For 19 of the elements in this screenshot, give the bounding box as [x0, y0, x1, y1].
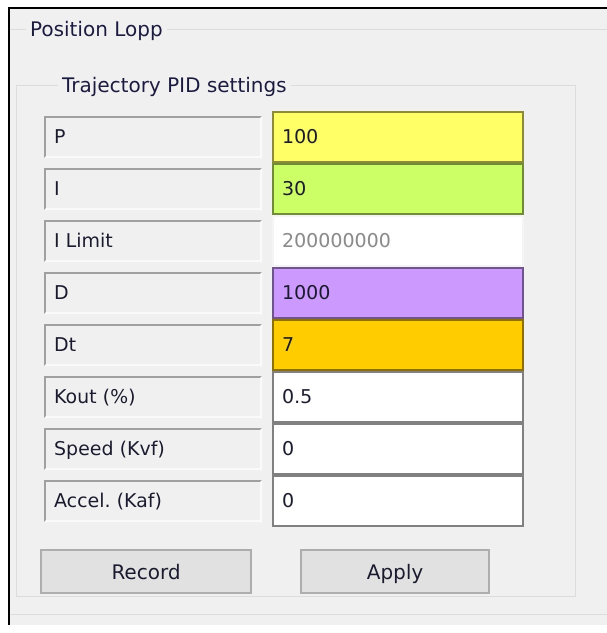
- parameter-label: Speed (Kvf): [44, 428, 262, 470]
- parameter-label: I: [44, 168, 262, 210]
- value-field[interactable]: 0.5: [272, 371, 524, 423]
- parameter-label: P: [44, 116, 262, 158]
- value-field[interactable]: 1000: [272, 267, 524, 319]
- group-title: Position Lopp: [29, 17, 164, 41]
- parameter-label: Accel. (Kaf): [44, 480, 262, 522]
- parameter-label: Kout (%): [44, 376, 262, 418]
- parameter-label: D: [44, 272, 262, 314]
- apply-button[interactable]: Apply: [300, 549, 490, 594]
- value-field[interactable]: 0: [272, 475, 524, 527]
- record-button[interactable]: Record: [40, 549, 252, 594]
- value-field[interactable]: 0: [272, 423, 524, 475]
- parameter-label: Dt: [44, 324, 262, 366]
- group-title: Trajectory PID settings: [61, 73, 288, 97]
- parameter-label: I Limit: [44, 220, 262, 262]
- value-field[interactable]: 7: [272, 319, 524, 371]
- value-field[interactable]: 100: [272, 111, 524, 163]
- value-field[interactable]: 30: [272, 163, 524, 215]
